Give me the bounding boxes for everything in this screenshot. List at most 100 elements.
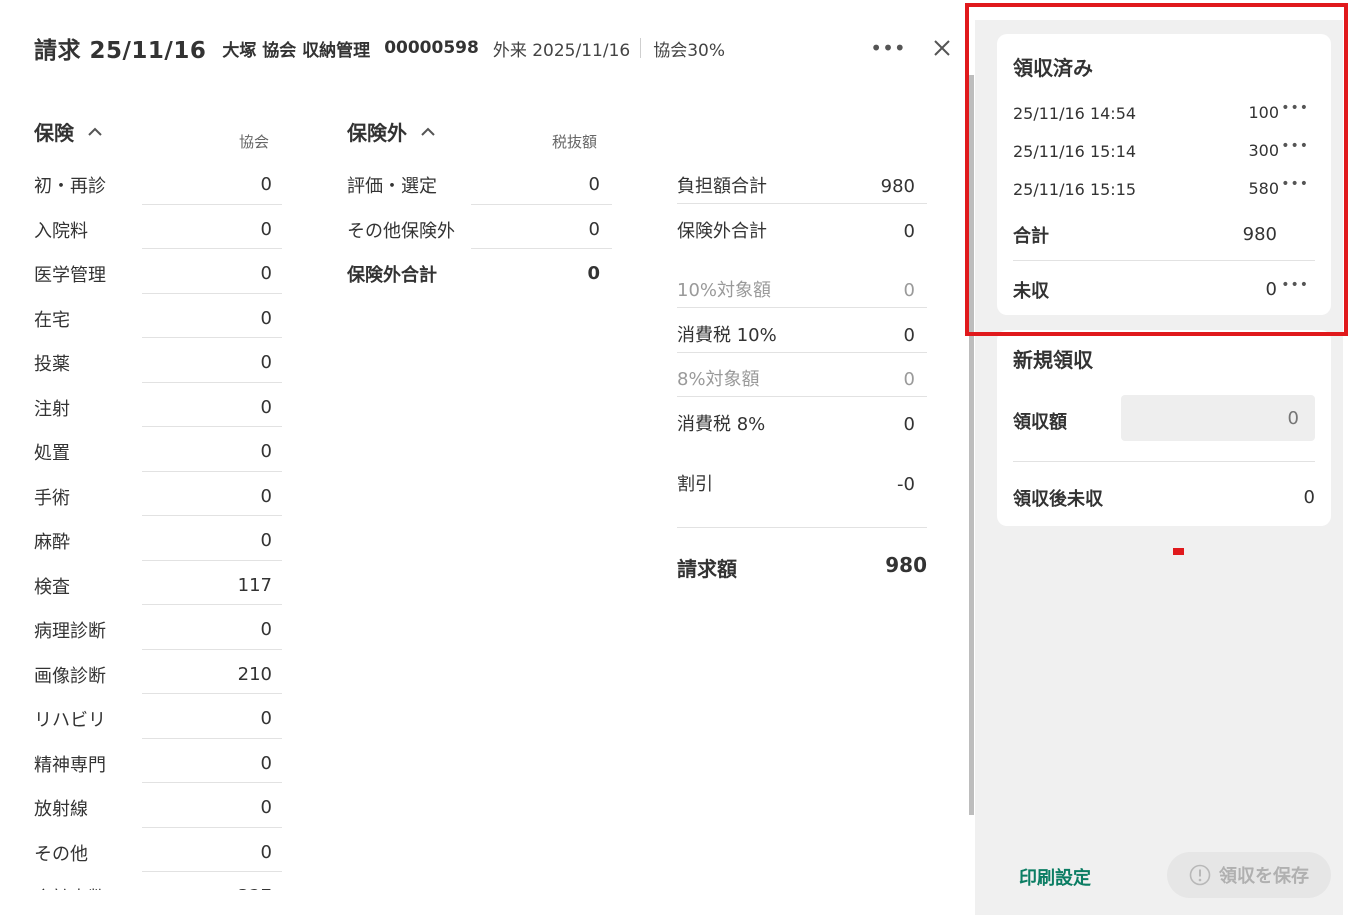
list-item: 注射 0 [34,383,282,427]
list-item: 処置 0 [34,427,282,472]
tax10-label: 消費税 10% [677,325,777,346]
insurance-section-header: 保険 [34,117,104,146]
list-item: リハビリ 0 [34,694,282,739]
chevron-up-icon[interactable] [88,124,104,140]
tax8-row: 消費税 8% 0 [677,398,927,442]
more-horizontal-icon[interactable]: ••• [870,32,906,64]
more-horizontal-icon[interactable]: ••• [1281,100,1309,116]
non-insurance-total-summary-row: 保険外合計 0 [677,205,927,249]
row-label: 入院料 [34,220,88,242]
list-item: 投薬 0 [34,338,282,383]
receipt-entry: 25/11/16 14:54 100 ••• [1013,100,1315,130]
row-value[interactable]: 0 [261,530,272,551]
discount-value[interactable]: -0 [897,474,915,495]
insurance-column-label: 協会 [239,133,270,151]
receipt-amount: 580 [1248,179,1279,198]
non-insurance-total-summary-label: 保険外合計 [677,221,767,242]
row-value[interactable]: 117 [238,575,272,596]
non-insurance-list: 評価・選定 0 その他保険外 0 保険外合計 0 [347,160,612,294]
discount-row: 割引 -0 [677,458,927,528]
list-item: その他保険外 0 [347,205,612,249]
target10-row: 10%対象額 0 [677,264,927,308]
row-label: 在宅 [34,309,70,331]
row-value[interactable]: 0 [261,219,272,240]
target10-value: 0 [903,280,915,301]
target8-label: 8%対象額 [677,369,760,390]
row-value[interactable]: 0 [261,842,272,863]
receipt-amount-label: 領収額 [1013,412,1067,433]
discount-label: 割引 [677,474,713,495]
row-value[interactable]: 0 [589,174,600,195]
non-insurance-total-summary-value: 0 [903,221,915,242]
page-title: 請求 25/11/16 [34,38,207,64]
row-label: 処置 [34,443,70,464]
row-value[interactable]: 0 [589,219,600,240]
row-label: その他保険外 [347,220,455,242]
receipt-datetime: 25/11/16 15:15 [1013,180,1137,199]
scrollbar[interactable] [969,75,974,815]
close-icon[interactable] [926,32,958,64]
row-label: 麻酔 [34,532,70,553]
divider [1013,461,1315,462]
burden-total-value: 980 [880,176,915,197]
list-item: 麻酔 0 [34,516,282,561]
list-item: その他 0 [34,828,282,872]
more-horizontal-icon[interactable]: ••• [1281,176,1309,192]
more-horizontal-icon[interactable]: ••• [1281,277,1309,293]
received-card: 領収済み 25/11/16 14:54 100 ••• 25/11/16 15:… [997,34,1331,315]
row-value[interactable]: 0 [261,441,272,462]
patient-name: 大塚 協会 収納管理 [222,40,371,61]
save-receipt-button[interactable]: 領収を保存 [1167,852,1331,898]
received-total-label: 合計 [1013,226,1049,247]
list-item: 初・再診 0 [34,160,282,205]
row-value[interactable]: 0 [261,174,272,195]
receipt-datetime: 25/11/16 14:54 [1013,104,1137,123]
chevron-up-icon[interactable] [421,124,437,140]
row-value[interactable]: 0 [261,753,272,774]
target8-value: 0 [903,369,915,390]
list-item: 評価・選定 0 [347,160,612,205]
billed-row: 請求額 980 [677,540,927,590]
row-value[interactable]: 0 [261,263,272,284]
list-item: 放射線 0 [34,783,282,828]
list-item: 手術 0 [34,472,282,516]
row-label: 病理診断 [34,621,106,642]
list-item: 精神専門 0 [34,739,282,783]
receipt-amount: 300 [1248,141,1279,160]
row-label: リハビリ [34,710,106,731]
list-item: 検査 117 [34,561,282,605]
row-label: 手術 [34,487,70,509]
row-value[interactable]: 0 [261,708,272,729]
non-insurance-total-label: 保険外合計 [347,265,437,286]
burden-total-row: 負担額合計 980 [677,160,927,204]
list-item: 合計点数 327 [34,872,282,890]
row-label: 注射 [34,398,70,420]
row-label: 合計点数 [34,884,106,890]
row-value[interactable]: 0 [261,352,272,373]
row-value[interactable]: 0 [261,797,272,818]
receipt-amount-input[interactable] [1121,395,1315,441]
row-label: 評価・選定 [347,176,437,197]
insurance-title: 保険 [34,121,74,145]
row-value[interactable]: 0 [261,308,272,329]
after-receipt-label: 領収後未収 [1013,489,1103,510]
more-horizontal-icon[interactable]: ••• [1281,138,1309,154]
row-label: その他 [34,843,88,865]
row-value[interactable]: 327 [238,886,272,890]
print-settings-link[interactable]: 印刷設定 [1019,864,1091,890]
billed-value: 980 [885,553,927,577]
row-value[interactable]: 0 [261,486,272,507]
row-value[interactable]: 210 [238,664,272,685]
receipt-entry: 25/11/16 15:15 580 ••• [1013,176,1315,206]
target8-row: 8%対象額 0 [677,353,927,397]
list-item: 医学管理 0 [34,249,282,294]
unpaid-value: 0 [1265,279,1277,300]
after-receipt-value: 0 [1303,487,1315,508]
row-value[interactable]: 0 [261,397,272,418]
received-total-value: 980 [1242,224,1277,245]
visit-info: 外来 2025/11/16 [492,40,631,61]
alert-circle-icon [1189,864,1211,886]
divider [1013,260,1315,261]
insurance-list: 初・再診 0 入院料 0 医学管理 0 在宅 0 投薬 0 注射 0 処置 0 手術 0 麻酔 0 検査 117 病理診… [34,160,282,890]
row-value[interactable]: 0 [261,619,272,640]
